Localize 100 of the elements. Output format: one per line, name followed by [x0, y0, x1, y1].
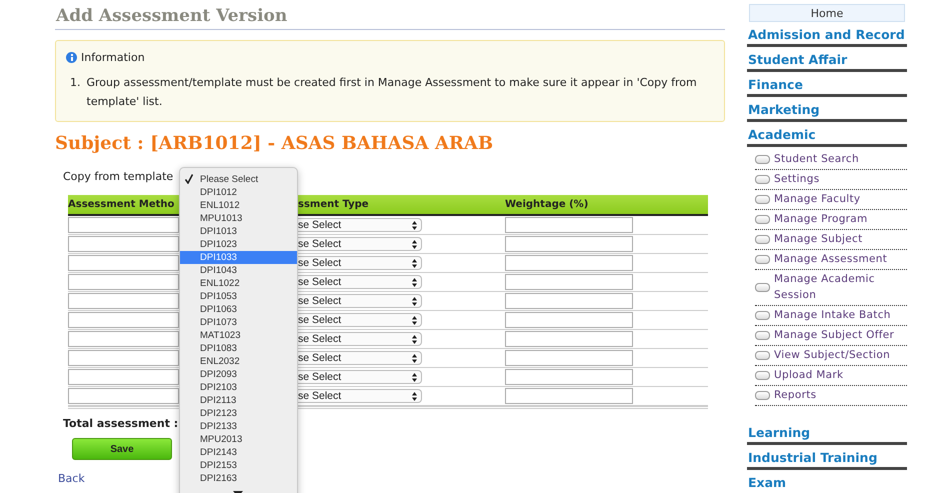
dropdown-option[interactable]: MAT1023 — [180, 329, 297, 342]
input-field[interactable] — [505, 369, 633, 385]
dropdown-option[interactable]: DPI1073 — [180, 316, 297, 329]
dropdown-option[interactable]: ENL1012 — [180, 199, 297, 212]
dropdown-option[interactable]: DPI2163 — [180, 472, 297, 485]
dropdown-option[interactable]: DPI2113 — [180, 394, 297, 407]
submenu-item[interactable]: Manage Academic Session — [755, 270, 907, 306]
bullet-icon — [755, 154, 770, 164]
input-field[interactable] — [505, 274, 633, 290]
dropdown-option[interactable]: DPI1083 — [180, 342, 297, 355]
bullet-icon — [755, 330, 770, 340]
input-field[interactable] — [505, 350, 633, 366]
home-button[interactable]: Home — [749, 4, 905, 22]
sort-arrows-icon — [412, 278, 417, 286]
sort-arrows-icon — [412, 296, 417, 306]
dropdown-option[interactable]: DPI2153 — [180, 459, 297, 472]
type-select[interactable]: se Select — [298, 351, 422, 365]
type-select[interactable]: se Select — [298, 256, 422, 270]
input-field[interactable] — [68, 312, 179, 328]
dropdown-option[interactable]: ENL2032 — [180, 355, 297, 368]
menu-section[interactable]: Academic — [747, 122, 907, 147]
input-field[interactable] — [505, 331, 633, 347]
column-header: ssment Type — [298, 199, 369, 210]
sort-arrows-icon — [412, 316, 417, 324]
check-icon — [185, 174, 193, 184]
info-text: Group assessment/template must be created first in Manage Assessment to make sure it appear in 'Copy from template' list. — [86, 75, 698, 110]
field-label: Copy from template — [63, 170, 174, 183]
list-number: 1. — [70, 75, 80, 91]
sort-arrows-icon — [412, 354, 417, 362]
total-label: Total assessment : — [63, 417, 178, 430]
dropdown-option[interactable]: MPU2013 — [180, 433, 297, 446]
dropdown-option[interactable]: DPI1033 — [180, 251, 297, 264]
submenu-item[interactable]: View Subject/Section — [755, 346, 907, 366]
submenu-item[interactable]: Manage Intake Batch — [755, 306, 907, 326]
dropdown-option[interactable]: ENL1022 — [180, 277, 297, 290]
type-select[interactable]: se Select — [298, 218, 422, 232]
dropdown-option[interactable]: DPI2103 — [180, 381, 297, 394]
input-field[interactable] — [505, 388, 633, 404]
sort-arrows-icon — [412, 392, 417, 400]
sort-arrows-icon — [412, 220, 417, 230]
bullet-icon — [755, 350, 770, 360]
dropdown-option[interactable]: DPI1013 — [180, 225, 297, 238]
submenu-item[interactable]: Manage Faculty — [755, 190, 907, 210]
dropdown-option[interactable]: DPI1053 — [180, 290, 297, 303]
dropdown-option[interactable]: DPI2093 — [180, 368, 297, 381]
submenu-item[interactable]: Manage Assessment — [755, 250, 907, 270]
input-field[interactable] — [68, 331, 179, 347]
input-field[interactable] — [68, 350, 179, 366]
type-select[interactable]: se Select — [298, 313, 422, 327]
dropdown-option[interactable]: DPI2133 — [180, 420, 297, 433]
input-field[interactable] — [68, 388, 179, 404]
dropdown-option[interactable]: Please Select — [180, 173, 297, 186]
dropdown-option[interactable]: DPI1063 — [180, 303, 297, 316]
menu-section[interactable]: Industrial Training — [747, 445, 907, 470]
submenu-item[interactable]: Manage Subject — [755, 230, 907, 250]
input-field[interactable] — [505, 293, 633, 309]
bullet-icon — [755, 310, 770, 320]
submenu-item[interactable]: Upload Mark — [755, 366, 907, 386]
type-select[interactable]: se Select — [298, 332, 422, 346]
type-select[interactable]: se Select — [298, 294, 422, 308]
bullet-icon — [755, 254, 770, 264]
input-field[interactable] — [505, 217, 633, 233]
dropdown-option[interactable]: MPU1013 — [180, 212, 297, 225]
type-select[interactable]: se Select — [298, 389, 422, 403]
menu-section[interactable]: Student Affair — [747, 47, 907, 72]
menu-section[interactable]: Admission and Record — [747, 22, 907, 47]
input-field[interactable] — [505, 312, 633, 328]
input-field[interactable] — [68, 217, 179, 233]
save-button[interactable]: Save — [72, 438, 172, 460]
bullet-icon — [755, 214, 770, 224]
dropdown-option[interactable]: DPI1043 — [180, 264, 297, 277]
dropdown-option[interactable]: DPI2143 — [180, 446, 297, 459]
type-select[interactable]: se Select — [298, 275, 422, 289]
menu-section[interactable]: Exam — [747, 470, 907, 492]
type-select[interactable]: se Select — [298, 237, 422, 251]
sort-arrows-icon — [412, 240, 417, 248]
bullet-icon — [755, 194, 770, 204]
input-field[interactable] — [505, 236, 633, 252]
bullet-icon — [755, 390, 770, 400]
input-field[interactable] — [68, 236, 179, 252]
input-field[interactable] — [505, 255, 633, 271]
submenu-item[interactable]: Manage Subject Offer — [755, 326, 907, 346]
menu-section[interactable]: Learning — [747, 420, 907, 445]
dropdown-option[interactable]: DPI1023 — [180, 238, 297, 251]
sort-arrows-icon — [412, 334, 417, 344]
menu-section[interactable]: Marketing — [747, 97, 907, 122]
dropdown-option[interactable]: DPI2123 — [180, 407, 297, 420]
type-select[interactable]: se Select — [298, 370, 422, 384]
input-field[interactable] — [68, 293, 179, 309]
input-field[interactable] — [68, 274, 179, 290]
submenu-item[interactable]: Manage Program — [755, 210, 907, 230]
menu-section[interactable]: Finance — [747, 72, 907, 97]
input-field[interactable] — [68, 255, 179, 271]
dropdown-option[interactable]: DPI1012 — [180, 186, 297, 199]
submenu-item[interactable]: Reports — [755, 386, 907, 406]
back-link[interactable]: Back — [58, 472, 85, 485]
submenu-item[interactable]: Settings — [755, 170, 907, 190]
input-field[interactable] — [68, 369, 179, 385]
info-title: Information — [81, 51, 145, 64]
submenu-item[interactable]: Student Search — [755, 150, 907, 170]
